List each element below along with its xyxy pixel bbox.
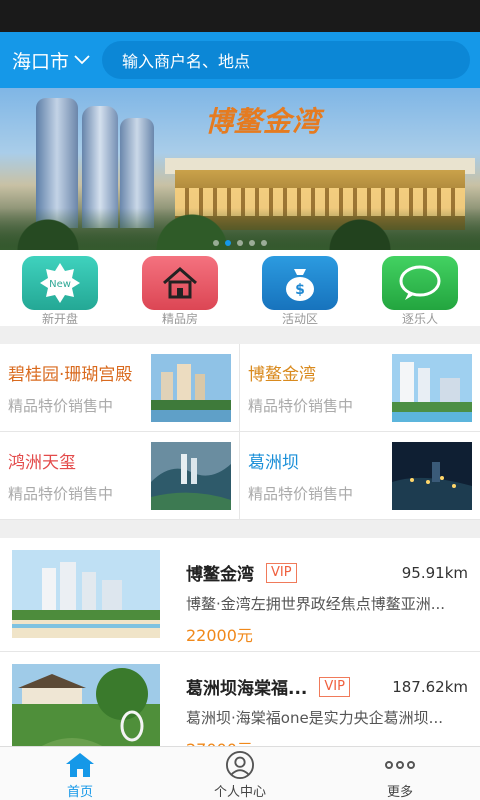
quick-link-label: 逐乐人 bbox=[401, 312, 438, 324]
listing-item[interactable]: 博鳌金湾 VIP 95.91km 博鳌·金湾左拥世界政经焦点博鳌亚洲... 22… bbox=[0, 538, 480, 652]
listing-distance: 95.91km bbox=[401, 563, 468, 582]
bottom-tab-bar: 首页 个人中心 更多 bbox=[0, 746, 480, 800]
featured-title: 鸿洲天玺 bbox=[8, 452, 76, 473]
featured-item[interactable]: 博鳌金湾 精品特价销售中 bbox=[240, 344, 480, 432]
featured-subtitle: 精品特价销售中 bbox=[248, 484, 354, 503]
quick-link-chat[interactable]: 逐乐人 bbox=[381, 256, 459, 324]
featured-thumbnail bbox=[151, 441, 231, 510]
listing-thumbnail bbox=[12, 664, 160, 752]
featured-thumbnail bbox=[392, 441, 472, 510]
tab-label: 更多 bbox=[386, 785, 413, 800]
listing-list: 博鳌金湾 VIP 95.91km 博鳌·金湾左拥世界政经焦点博鳌亚洲... 22… bbox=[0, 538, 480, 766]
listing-thumbnail bbox=[12, 550, 160, 638]
city-label: 海口市 bbox=[12, 50, 70, 73]
new-badge-icon: New bbox=[22, 256, 98, 310]
carousel-dot-active[interactable] bbox=[225, 240, 231, 246]
status-bar bbox=[0, 0, 480, 32]
tab-label: 首页 bbox=[66, 785, 93, 800]
featured-subtitle: 精品特价销售中 bbox=[8, 484, 114, 503]
money-bag-icon: $ bbox=[262, 256, 338, 310]
vip-badge: VIP bbox=[266, 562, 297, 583]
featured-text: 博鳌金湾 精品特价销售中 bbox=[248, 360, 353, 416]
chevron-down-icon bbox=[74, 55, 90, 65]
chat-bubble-icon bbox=[382, 256, 458, 310]
featured-grid: 碧桂园·珊瑚宫殿 精品特价销售中 博鳌金湾 精品特价销售中 鸿洲天玺 精品特价销… bbox=[0, 344, 480, 520]
house-icon bbox=[142, 256, 218, 310]
featured-title: 葛洲坝 bbox=[248, 452, 299, 473]
tab-more[interactable]: 更多 bbox=[320, 747, 480, 800]
tab-label: 个人中心 bbox=[213, 785, 266, 800]
section-divider bbox=[0, 520, 480, 538]
listing-name: 葛洲坝海棠福... bbox=[186, 679, 308, 699]
featured-text: 碧桂园·珊瑚宫殿 精品特价销售中 bbox=[8, 360, 132, 416]
banner-carousel[interactable]: 博鳌金湾 bbox=[0, 88, 480, 250]
search-input[interactable]: 输入商户名、地点 bbox=[102, 41, 470, 79]
featured-item[interactable]: 鸿洲天玺 精品特价销售中 bbox=[0, 432, 240, 520]
quick-links: New 新开盘 精品房 $ 活动区 逐乐人 bbox=[0, 250, 480, 326]
featured-subtitle: 精品特价销售中 bbox=[8, 396, 114, 415]
carousel-dot[interactable] bbox=[237, 240, 243, 246]
listing-description: 博鳌·金湾左拥世界政经焦点博鳌亚洲... bbox=[186, 595, 446, 613]
banner-slogan: 博鳌金湾 bbox=[205, 105, 322, 138]
featured-title: 碧桂园·珊瑚宫殿 bbox=[8, 364, 133, 385]
tab-home[interactable]: 首页 bbox=[0, 747, 160, 800]
quick-link-boutique[interactable]: 精品房 bbox=[141, 256, 219, 324]
user-icon bbox=[226, 751, 254, 779]
search-placeholder: 输入商户名、地点 bbox=[122, 52, 251, 71]
featured-thumbnail bbox=[392, 353, 472, 422]
featured-text: 鸿洲天玺 精品特价销售中 bbox=[8, 448, 113, 504]
home-icon bbox=[66, 753, 94, 777]
quick-link-label: 活动区 bbox=[281, 312, 318, 324]
carousel-dot[interactable] bbox=[249, 240, 255, 246]
listing-name: 博鳌金湾 bbox=[186, 565, 254, 585]
top-bar: 海口市 输入商户名、地点 bbox=[0, 32, 480, 88]
listing-info: 博鳌金湾 VIP 95.91km 博鳌·金湾左拥世界政经焦点博鳌亚洲... 22… bbox=[160, 550, 468, 651]
featured-text: 葛洲坝 精品特价销售中 bbox=[248, 448, 353, 504]
featured-thumbnail bbox=[151, 353, 231, 422]
svg-text:$: $ bbox=[295, 282, 305, 298]
listing-header: 葛洲坝海棠福... VIP 187.62km bbox=[186, 674, 468, 699]
quick-link-events[interactable]: $ 活动区 bbox=[261, 256, 339, 324]
featured-title: 博鳌金湾 bbox=[248, 364, 316, 385]
listing-price: 22000元 bbox=[186, 626, 253, 645]
featured-subtitle: 精品特价销售中 bbox=[248, 396, 354, 415]
carousel-dot[interactable] bbox=[261, 240, 267, 246]
svg-text:New: New bbox=[49, 279, 71, 290]
listing-header: 博鳌金湾 VIP 95.91km bbox=[186, 560, 468, 585]
quick-link-new[interactable]: New 新开盘 bbox=[21, 256, 99, 324]
tab-profile[interactable]: 个人中心 bbox=[160, 747, 320, 800]
quick-link-label: 精品房 bbox=[161, 312, 198, 324]
featured-item[interactable]: 葛洲坝 精品特价销售中 bbox=[240, 432, 480, 520]
vip-badge: VIP bbox=[319, 676, 350, 697]
carousel-dot[interactable] bbox=[213, 240, 219, 246]
more-dots-icon bbox=[385, 761, 415, 769]
carousel-indicator bbox=[0, 240, 480, 246]
quick-link-label: 新开盘 bbox=[41, 312, 78, 324]
section-divider bbox=[0, 326, 480, 344]
listing-description: 葛洲坝·海棠福one是实力央企葛洲坝... bbox=[186, 709, 443, 727]
listing-distance: 187.62km bbox=[392, 677, 468, 696]
city-selector[interactable]: 海口市 bbox=[12, 47, 102, 74]
featured-item[interactable]: 碧桂园·珊瑚宫殿 精品特价销售中 bbox=[0, 344, 240, 432]
